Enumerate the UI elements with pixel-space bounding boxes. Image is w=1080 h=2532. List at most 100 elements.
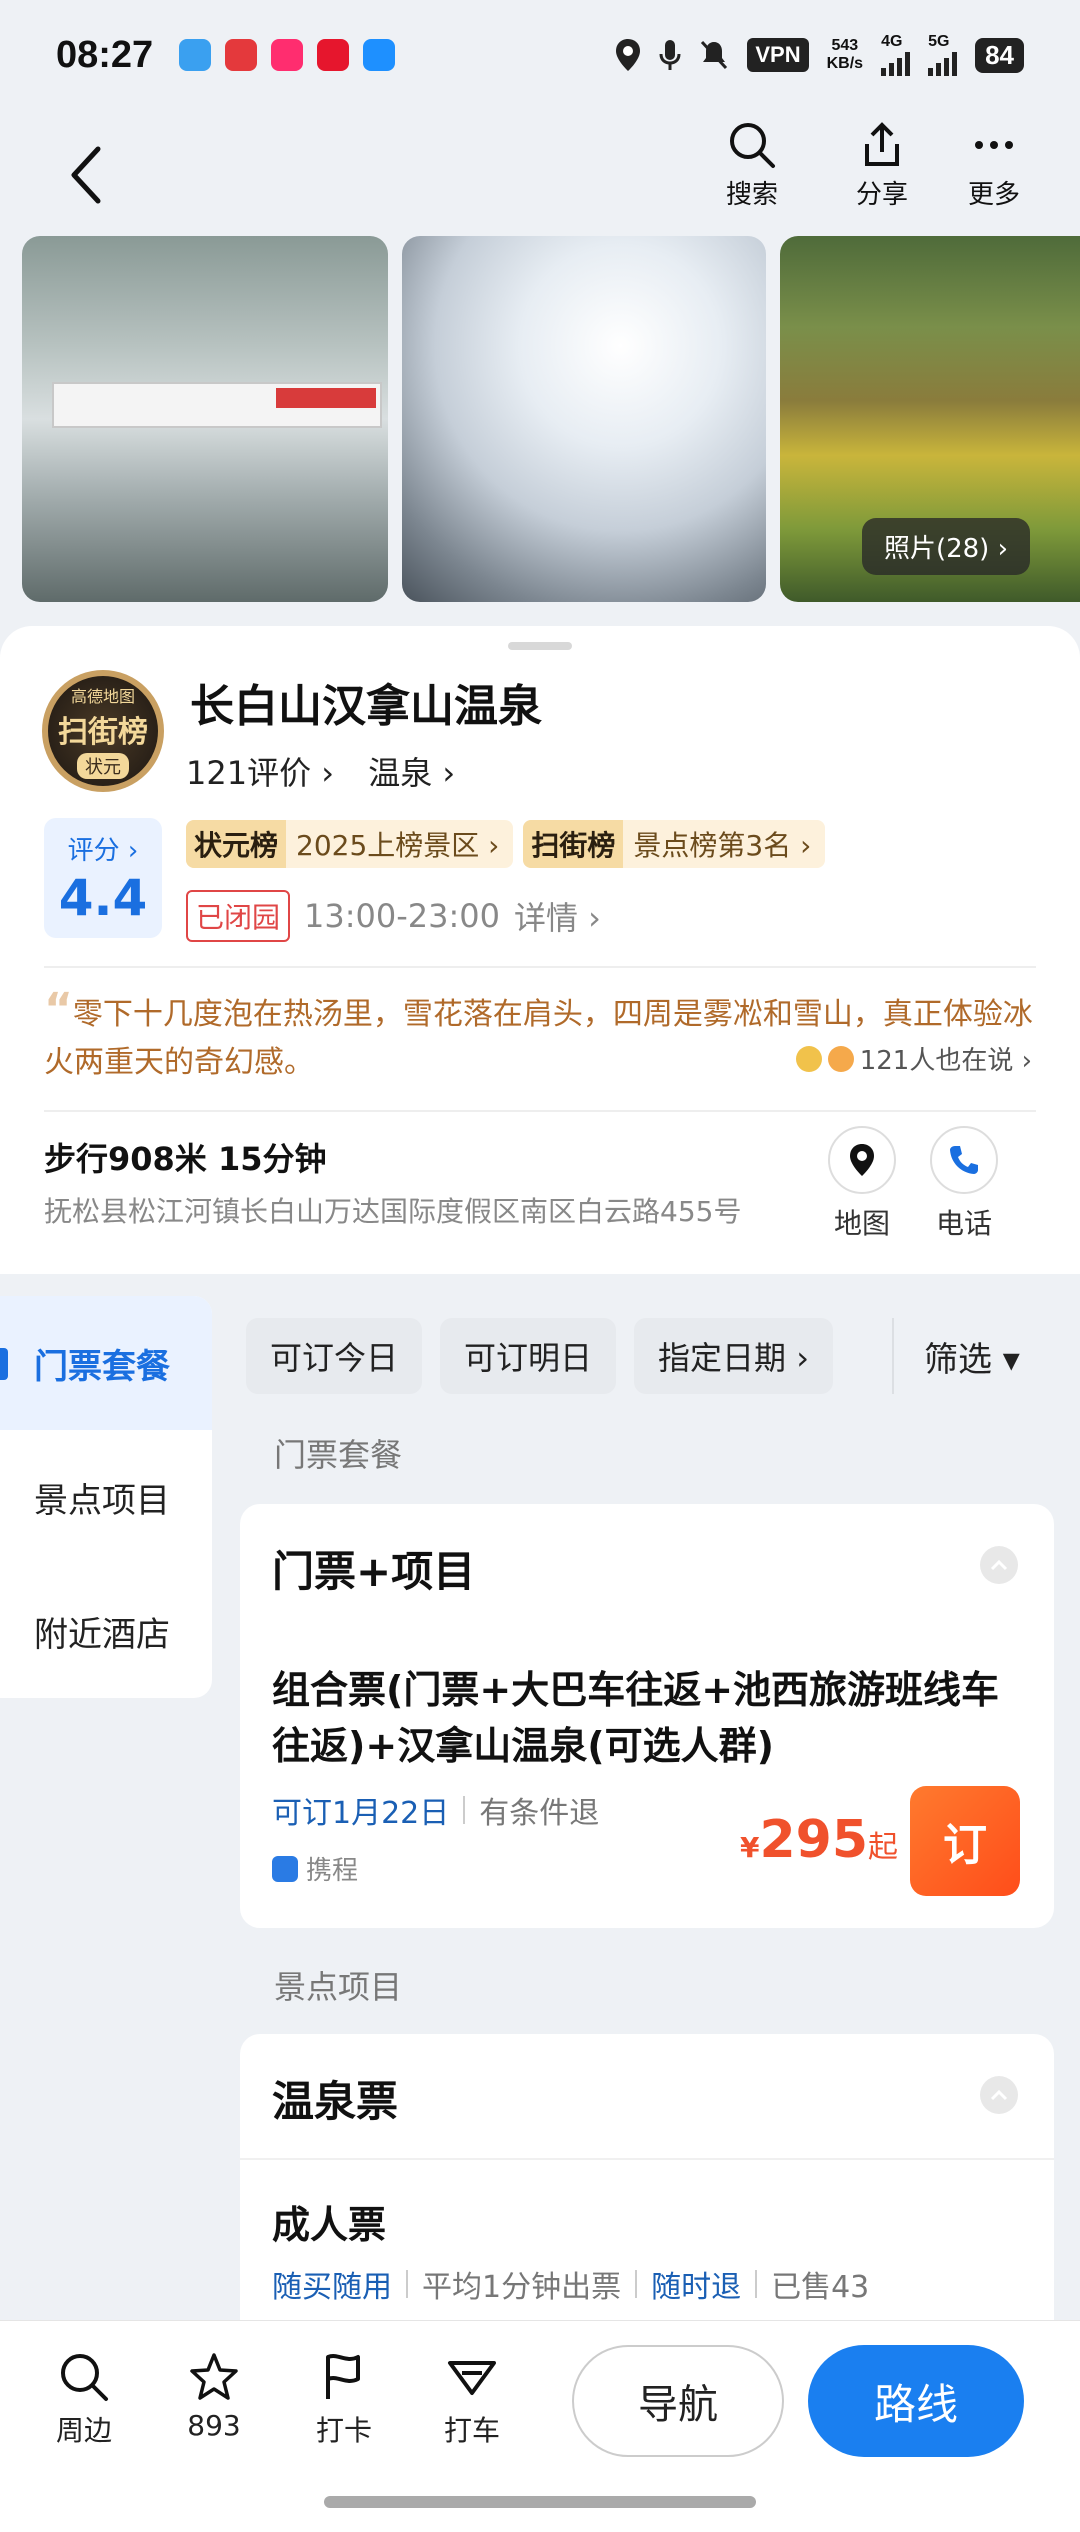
ticket-package-card: 门票+项目 组合票(门票+大巴车往返+池西旅游班线车往返)+汉拿山温泉(可选人群…	[240, 1504, 1054, 1928]
filter-chip-today[interactable]: 可订今日	[246, 1318, 423, 1394]
nearby-button[interactable]: 周边	[34, 2351, 134, 2449]
section-label-attractions: 景点项目	[274, 1968, 403, 2006]
checkin-label: 打卡	[315, 2414, 372, 2447]
status-bar: 08:27 VPN 543 KB/s 4G 5G 84	[0, 0, 1080, 110]
route-button[interactable]: 路线	[808, 2345, 1024, 2457]
card-title: 门票+项目	[272, 1547, 476, 1596]
emoji-avatar-icon	[827, 1045, 854, 1072]
details-link[interactable]: 详情 ›	[514, 893, 601, 939]
map-button[interactable]: 地图	[822, 1126, 902, 1242]
network-5g-label: 5G	[928, 33, 950, 50]
filter-chip-tomorrow[interactable]: 可订明日	[440, 1318, 617, 1394]
hours-row: 已闭园 13:00-23:00 详情 ›	[186, 890, 601, 942]
book-button[interactable]: 订	[910, 1786, 1020, 1896]
reviews-link[interactable]: 121评价 ›	[186, 754, 334, 792]
chevron-up-icon	[990, 2089, 1008, 2101]
share-button[interactable]: 分享	[832, 120, 932, 211]
price-suffix: 起	[868, 1830, 898, 1865]
phone-icon	[930, 1126, 998, 1194]
back-button[interactable]	[50, 130, 120, 220]
filter-dropdown[interactable]: 筛选 ▾	[892, 1318, 1080, 1394]
rank-text: 2025上榜景区 ›	[296, 829, 500, 862]
home-indicator[interactable]	[324, 2496, 756, 2508]
chevron-left-icon	[71, 146, 101, 204]
ticket-name[interactable]: 成人票	[272, 2194, 386, 2249]
taxi-label: 打车	[443, 2414, 500, 2447]
collapse-button[interactable]	[980, 2076, 1018, 2114]
phone-label: 电话	[935, 1207, 992, 1240]
emoji-avatar-icon	[795, 1045, 822, 1072]
signal-bars-icon	[928, 50, 958, 76]
rank-tag-zhuangyuan[interactable]: 状元榜 2025上榜景区 ›	[186, 820, 514, 868]
battery-indicator: 84	[975, 37, 1024, 73]
walk-info: 步行908米 15分钟	[44, 1140, 327, 1178]
navigate-button[interactable]: 导航	[572, 2345, 784, 2457]
status-time: 08:27	[56, 33, 154, 76]
bookable-date: 可订1月22日	[272, 1796, 450, 1831]
tag-refund-anytime: 随时退	[651, 2270, 742, 2305]
more-button[interactable]: 更多	[944, 120, 1044, 211]
signal-bars-icon	[881, 50, 911, 76]
share-label: 分享	[855, 180, 908, 210]
drag-handle[interactable]	[508, 642, 572, 650]
rank-text: 景点榜第3名 ›	[633, 829, 812, 862]
mute-bell-icon	[701, 40, 728, 70]
ctrip-logo-icon	[272, 1855, 298, 1882]
network-speed: 543 KB/s	[827, 37, 863, 73]
app-notification-icon	[225, 39, 258, 71]
search-label: 搜索	[725, 180, 778, 210]
tag-separator	[755, 2270, 758, 2298]
quote-meta[interactable]: 121人也在说 ›	[795, 1040, 1032, 1077]
tag-separator	[463, 1796, 466, 1824]
ranking-badge[interactable]: 高德地图 扫街榜 状元	[42, 670, 164, 792]
refund-policy: 有条件退	[479, 1796, 600, 1831]
package-name[interactable]: 组合票(门票+大巴车往返+池西旅游班线车往返)+汉拿山温泉(可选人群)	[272, 1662, 1032, 1774]
network-4g-label: 4G	[881, 33, 903, 50]
photo-count-button[interactable]: 照片(28) ›	[861, 518, 1030, 575]
section-nav-item-attractions[interactable]: 景点项目	[0, 1430, 212, 1564]
favorite-button[interactable]: 893	[164, 2351, 264, 2442]
quote-meta-text: 121人也在说 ›	[859, 1046, 1032, 1076]
notification-icons	[179, 39, 396, 71]
vpn-indicator: VPN	[747, 38, 809, 72]
speed-value: 543	[831, 37, 859, 54]
share-icon	[865, 122, 899, 166]
taxi-icon	[448, 2361, 496, 2395]
address[interactable]: 抚松县松江河镇长白山万达国际度假区南区白云路455号	[44, 1190, 741, 1230]
checkin-button[interactable]: 打卡	[294, 2351, 394, 2449]
app-notification-icon	[271, 39, 304, 71]
card-title: 温泉票	[272, 2077, 399, 2126]
divider	[44, 1110, 1036, 1112]
filter-chips: 可订今日 可订明日 指定日期 ›	[246, 1318, 834, 1394]
poi-title: 长白山汉拿山温泉	[190, 681, 542, 732]
score-label: 评分 ›	[67, 836, 139, 866]
section-label-tickets: 门票套餐	[274, 1436, 403, 1474]
signal-5g: 5G	[928, 33, 958, 76]
poi-info-sheet: 高德地图 扫街榜 状元 长白山汉拿山温泉 121评价 › 温泉 › 评分 › 4…	[0, 626, 1080, 1274]
phone-button[interactable]: 电话	[924, 1126, 1004, 1242]
badge-sub: 状元	[77, 753, 129, 779]
favorites-count: 893	[187, 2409, 241, 2442]
map-pin-icon	[828, 1126, 896, 1194]
more-dots-icon	[975, 141, 1013, 149]
search-icon	[61, 2354, 108, 2401]
filter-chip-date[interactable]: 指定日期 ›	[634, 1318, 834, 1394]
price-symbol: ¥	[739, 1831, 760, 1864]
section-nav-item-tickets[interactable]: 门票套餐	[0, 1296, 212, 1430]
search-icon	[730, 123, 775, 168]
taxi-button[interactable]: 打车	[422, 2351, 522, 2449]
flag-icon	[326, 2354, 360, 2399]
score-box[interactable]: 评分 › 4.4	[44, 818, 162, 938]
photo-hot-spring-sign[interactable]	[22, 236, 388, 602]
section-nav-item-hotels[interactable]: 附近酒店	[0, 1564, 212, 1698]
package-price: ¥295起	[740, 1810, 898, 1870]
rank-tag-saojie[interactable]: 扫街榜 景点榜第3名 ›	[523, 820, 826, 868]
photo-snowy-pool[interactable]	[402, 236, 766, 602]
search-button[interactable]: 搜索	[702, 120, 802, 211]
collapse-button[interactable]	[980, 1546, 1018, 1584]
category-link[interactable]: 温泉 ›	[368, 754, 455, 792]
tag-issue-time: 平均1分钟出票	[422, 2270, 622, 2305]
opening-hours: 13:00-23:00	[304, 897, 500, 935]
map-label: 地图	[833, 1207, 890, 1240]
chevron-up-icon	[990, 1559, 1008, 1571]
